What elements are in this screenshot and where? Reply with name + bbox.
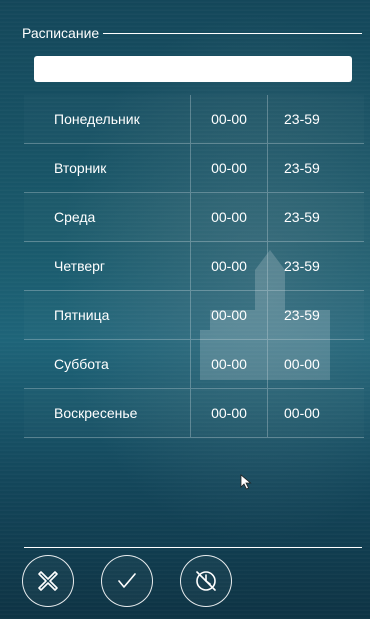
end-time[interactable]: 23-59: [267, 291, 364, 339]
schedule-row-tuesday[interactable]: Вторник 00-00 23-59: [24, 144, 364, 193]
schedule-row-thursday[interactable]: Четверг 00-00 23-59: [24, 242, 364, 291]
schedule-row-wednesday[interactable]: Среда 00-00 23-59: [24, 193, 364, 242]
header-divider: [103, 32, 362, 34]
end-time[interactable]: 00-00: [267, 389, 364, 437]
start-time[interactable]: 00-00: [190, 389, 267, 437]
schedule-table: Понедельник 00-00 23-59 Вторник 00-00 23…: [24, 95, 364, 438]
end-time[interactable]: 23-59: [267, 95, 364, 143]
end-time[interactable]: 00-00: [267, 340, 364, 388]
schedule-row-sunday[interactable]: Воскресенье 00-00 00-00: [24, 389, 364, 438]
start-time[interactable]: 00-00: [190, 340, 267, 388]
day-label: Суббота: [54, 356, 109, 372]
start-time[interactable]: 00-00: [190, 144, 267, 192]
cross-icon: [38, 571, 58, 591]
mouse-cursor-icon: [240, 474, 252, 490]
end-time[interactable]: 23-59: [267, 144, 364, 192]
start-time[interactable]: 00-00: [190, 95, 267, 143]
schedule-row-monday[interactable]: Понедельник 00-00 23-59: [24, 95, 364, 144]
clear-schedule-button[interactable]: [180, 555, 232, 607]
schedule-screen: Расписание Понедельник 00-00 23-59 Вторн…: [0, 0, 370, 619]
day-label: Пятница: [54, 307, 110, 323]
page-title: Расписание: [22, 25, 100, 41]
day-label: Среда: [54, 209, 96, 225]
footer-divider: [24, 547, 362, 548]
schedule-row-friday[interactable]: Пятница 00-00 23-59: [24, 291, 364, 340]
schedule-header: Расписание: [22, 22, 362, 44]
day-label: Вторник: [54, 160, 107, 176]
end-time[interactable]: 23-59: [267, 242, 364, 290]
clear-schedule-icon: [196, 571, 216, 591]
day-label: Воскресенье: [54, 405, 138, 421]
start-time[interactable]: 00-00: [190, 193, 267, 241]
schedule-row-saturday[interactable]: Суббота 00-00 00-00: [24, 340, 364, 389]
end-time[interactable]: 23-59: [267, 193, 364, 241]
day-label: Четверг: [54, 258, 106, 274]
start-time[interactable]: 00-00: [190, 242, 267, 290]
checkmark-icon: [118, 573, 136, 588]
schedule-name-input[interactable]: [34, 56, 352, 82]
day-label: Понедельник: [54, 111, 140, 127]
confirm-button[interactable]: [101, 555, 153, 607]
start-time[interactable]: 00-00: [190, 291, 267, 339]
cancel-button[interactable]: [22, 555, 74, 607]
